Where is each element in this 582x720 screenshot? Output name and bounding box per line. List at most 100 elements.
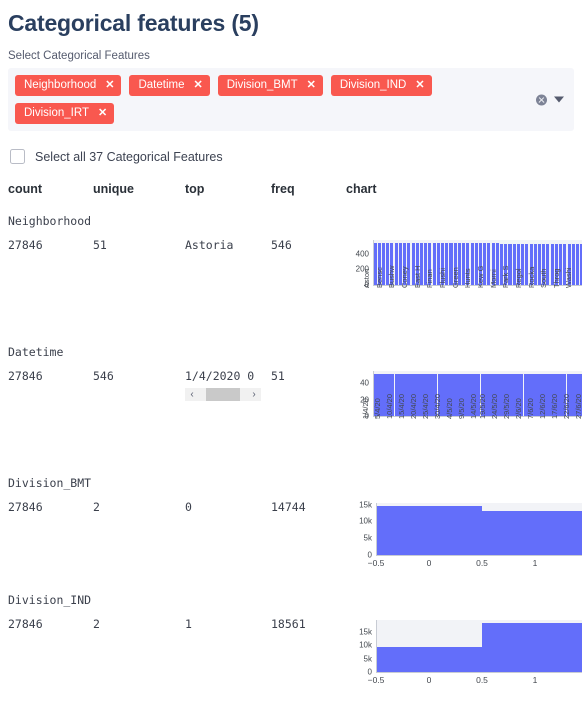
table-row: 27846 546 1/4/2020 0 ‹ › 51 0 20 40 1/4/20 5/4/20 1…: [8, 368, 582, 460]
feature-chip[interactable]: Datetime ✕: [129, 75, 210, 96]
x-axis-tick-label: −0.5: [367, 675, 385, 685]
select-all-label: Select all 37 Categorical Features: [35, 149, 223, 164]
column-header-count: count: [8, 182, 43, 196]
table-row: 27846211856105k10k15k−0.500.511.5: [8, 616, 582, 694]
x-axis-tick-label: Morni: [488, 269, 498, 288]
x-axis-tick-label: East H: [412, 265, 422, 288]
cell-top-value: 1/4/2020 0: [185, 369, 255, 383]
column-header-chart: chart: [346, 182, 377, 196]
plot-area: [376, 503, 582, 555]
y-axis-line: [376, 620, 377, 673]
table-header-row: count unique top freq chart: [8, 182, 574, 198]
cell-count: 27846: [8, 369, 43, 383]
remove-chip-icon[interactable]: ✕: [194, 80, 203, 91]
x-axis-tick-label: 30/4/20: [432, 393, 442, 419]
cell-top: 1: [185, 616, 271, 631]
clear-all-icon[interactable]: [536, 94, 547, 105]
feature-group-name: Division_IND: [8, 593, 92, 607]
categorical-features-multiselect[interactable]: Neighborhood ✕ Datetime ✕ Division_BMT ✕ Divis…: [8, 68, 574, 131]
x-axis-tick-label: 12/6/20: [537, 393, 547, 419]
bar: [575, 243, 579, 285]
x-axis-tick-label: Rocka: [526, 266, 536, 288]
feature-chip[interactable]: Division_IND ✕: [330, 75, 432, 96]
cell-chart: 0 20 40 1/4/20 5/4/20 10/4/20 15/4/20 20/4/20 25…: [346, 368, 582, 460]
multiselect-actions: [536, 94, 564, 105]
remove-chip-icon[interactable]: ✕: [98, 108, 107, 119]
cell-unique: 2: [93, 500, 100, 514]
x-axis-tick-label: 14/5/20: [468, 393, 478, 419]
feature-chip-label: Division_IRT: [24, 107, 89, 119]
feature-group-name: Neighborhood: [8, 214, 92, 228]
cell-top: 0: [185, 499, 271, 514]
x-axis-tick-label: 20/4/20: [408, 393, 418, 419]
x-axis-tick-label: Green: [450, 267, 460, 288]
y-axis-tick-label: 10k: [359, 640, 372, 650]
cell-freq: 546: [271, 238, 292, 252]
x-axis-tick-label: Flushi: [437, 267, 447, 288]
feature-chip-label: Division_IND: [339, 79, 407, 91]
feature-chip-label: Division_BMT: [226, 79, 298, 91]
remove-chip-icon[interactable]: ✕: [105, 80, 114, 91]
remove-chip-icon[interactable]: ✕: [415, 80, 424, 91]
scrollbar-thumb[interactable]: [206, 388, 240, 401]
bar: [482, 622, 582, 672]
column-header-freq: freq: [271, 182, 295, 196]
table-row: 27846 51 Astoria 546 0 200 400 Astori Bensc Bushw…: [8, 237, 582, 329]
x-axis-line: [376, 672, 582, 673]
x-axis-tick-label: Finan: [425, 269, 435, 288]
x-axis-tick-label: 5/4/20: [373, 398, 383, 419]
feature-chip-label: Datetime: [138, 79, 185, 91]
feature-group-name: Datetime: [8, 345, 64, 359]
x-axis-tick-label: 22/6/20: [561, 393, 571, 419]
cell-freq: 51: [271, 369, 285, 383]
feature-chip[interactable]: Neighborhood ✕: [15, 75, 122, 96]
cell-count: 27846: [8, 238, 43, 252]
cell-unique: 51: [93, 238, 107, 252]
y-axis-tick-label: 10k: [359, 516, 372, 526]
x-axis-tick-label: 1: [532, 558, 538, 568]
feature-chip-label: Neighborhood: [24, 79, 97, 91]
cell-chart: 05k10k15k−0.500.511.5: [346, 499, 582, 577]
categorical-features-page: Categorical features (5) Select Categori…: [0, 8, 582, 720]
y-axis-line: [373, 240, 374, 286]
scroll-right-icon[interactable]: ›: [247, 389, 261, 400]
x-axis-tick-label: Hunts: [463, 268, 473, 288]
chart-division_bmt: 05k10k15k−0.500.511.5: [346, 499, 582, 577]
features-table: count unique top freq chart Neighborhood…: [8, 182, 582, 694]
chevron-down-icon[interactable]: [554, 96, 564, 103]
select-all-checkbox[interactable]: [10, 149, 25, 164]
cell-unique: 2: [93, 617, 100, 631]
cell-unique: 546: [93, 369, 114, 383]
remove-chip-icon[interactable]: ✕: [307, 80, 316, 91]
cell-count: 27846: [8, 617, 43, 631]
x-axis-tick-label: Park S: [501, 265, 511, 288]
x-axis-tick-label: 27/6/20: [573, 393, 582, 419]
cell-horizontal-scrollbar[interactable]: ‹ ›: [185, 388, 261, 401]
select-all-row[interactable]: Select all 37 Categorical Features: [10, 149, 574, 164]
x-axis-tick-label: Throg: [551, 268, 561, 288]
column-header-unique: unique: [93, 182, 134, 196]
x-axis-tick-label: 29/5/20: [502, 393, 512, 419]
x-axis-tick-label: South: [539, 268, 549, 288]
cell-freq: 14744: [271, 500, 306, 514]
x-axis-tick-label: 4/5/20: [444, 398, 454, 419]
cell-top-value: 1: [185, 617, 192, 631]
x-axis-tick-label: 24/5/20: [490, 393, 500, 419]
select-features-label: Select Categorical Features: [8, 50, 150, 62]
scroll-left-icon[interactable]: ‹: [185, 389, 199, 400]
chart-neighborhood: 0 200 400 Astori Bensc Bushw Coney East H Finan F…: [346, 237, 582, 329]
x-axis-tick-label: Bushw: [387, 265, 397, 288]
x-axis-tick-label: 0: [426, 558, 432, 568]
y-axis-tick-label: 5k: [363, 654, 372, 664]
x-axis-tick-label: Kew G: [475, 265, 485, 288]
x-axis-tick-label: 15/4/20: [397, 393, 407, 419]
x-axis-tick-label: 10/4/20: [385, 393, 395, 419]
bar: [482, 511, 582, 555]
x-axis-line: [376, 555, 582, 556]
feature-chip[interactable]: Division_IRT ✕: [15, 103, 115, 124]
table-row: 27846201474405k10k15k−0.500.511.5: [8, 499, 582, 577]
x-axis-tick-label: 0.5: [476, 675, 488, 685]
cell-top: 1/4/2020 0 ‹ ›: [185, 368, 271, 401]
feature-chip[interactable]: Division_BMT ✕: [217, 75, 323, 96]
x-axis-tick-label: 25/4/20: [420, 393, 430, 419]
